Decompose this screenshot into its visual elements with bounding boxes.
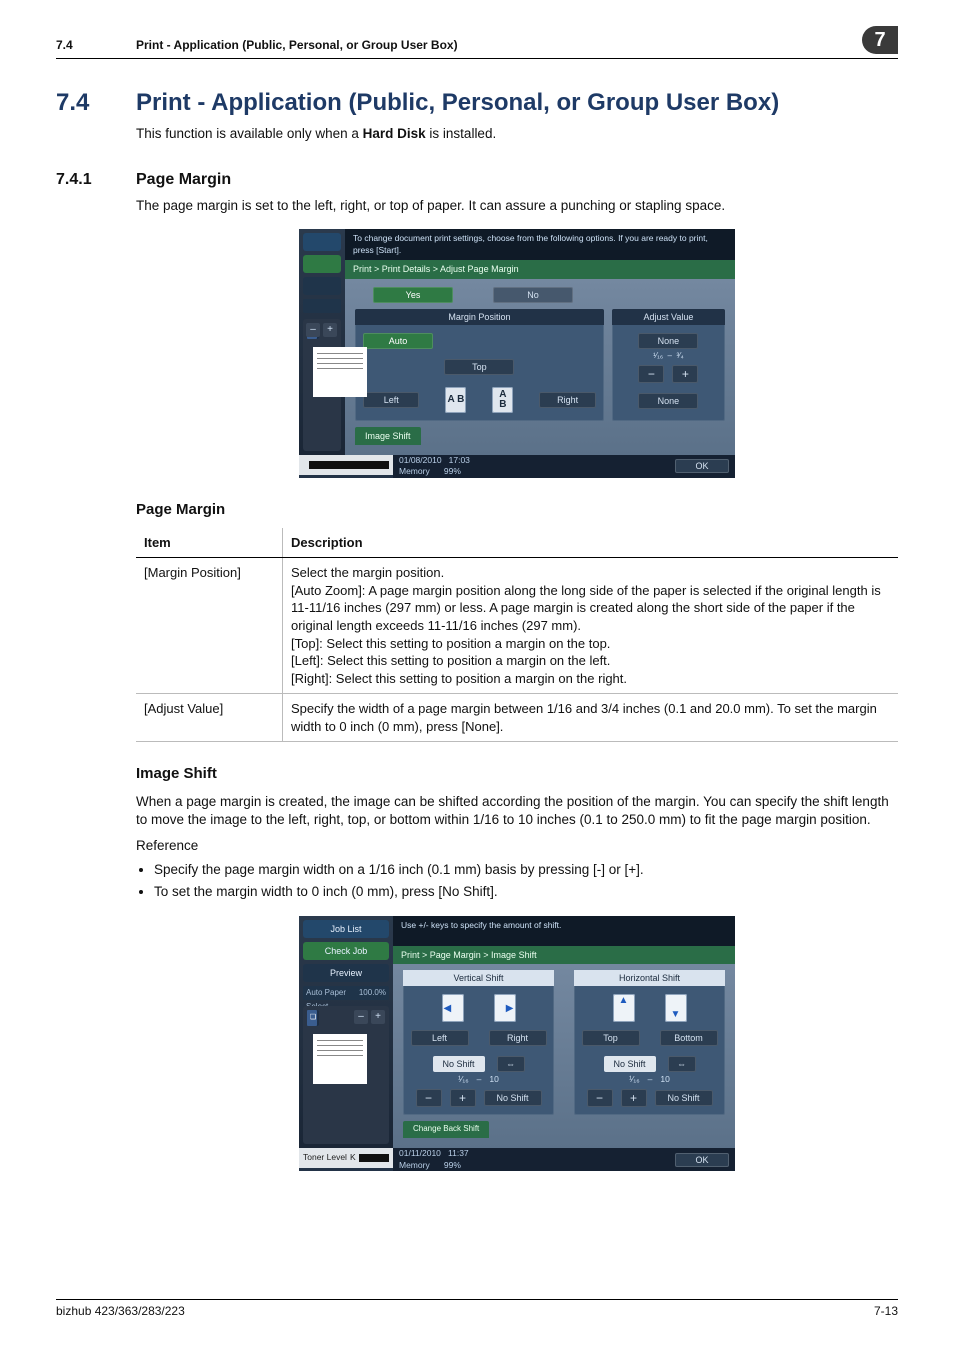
autopaper-label: Auto Paper Select	[306, 986, 359, 1000]
zoom-out-icon[interactable]: –	[306, 323, 320, 337]
v-value: No Shift	[433, 1056, 485, 1072]
adjust-value-header: Adjust Value	[612, 309, 725, 325]
shift-top-icon: ▲	[613, 994, 635, 1022]
v-swap-button[interactable]: ⇔	[497, 1056, 525, 1072]
preview-thumbnail	[313, 347, 367, 397]
h-top-button[interactable]: Top	[582, 1030, 640, 1046]
tab-job-list[interactable]	[303, 233, 341, 251]
h1-num: 7.4	[56, 89, 136, 117]
auto-button[interactable]: Auto	[363, 333, 433, 349]
intro-text: This function is available only when a H…	[136, 125, 898, 143]
h-minus-button[interactable]: −	[587, 1089, 613, 1107]
right-button[interactable]: Right	[539, 392, 595, 408]
zoom-out-icon[interactable]: –	[354, 1010, 368, 1024]
toner-bar	[359, 1154, 389, 1162]
v-plus-button[interactable]: +	[450, 1089, 476, 1107]
screenshot-image-shift: Job List Check Job Preview Auto Paper Se…	[299, 916, 735, 1171]
h-noshift-button[interactable]: No Shift	[655, 1090, 713, 1106]
plus-button[interactable]: +	[672, 365, 698, 383]
v-minus-button[interactable]: −	[416, 1089, 442, 1107]
shift-right-icon: ▶	[494, 994, 516, 1022]
reference-label: Reference	[136, 837, 898, 855]
tab-preview[interactable]	[303, 277, 341, 295]
ref-item-1: Specify the page margin width on a 1/16 …	[154, 861, 898, 879]
v-noshift-button[interactable]: No Shift	[484, 1090, 542, 1106]
shift-bottom-icon: ▼	[665, 994, 687, 1022]
v-left-button[interactable]: Left	[411, 1030, 469, 1046]
h-value: No Shift	[604, 1056, 656, 1072]
tab-check-job[interactable]	[303, 255, 341, 273]
horizontal-shift-header: Horizontal Shift	[574, 970, 725, 986]
h-swap-button[interactable]: ⇔	[668, 1056, 696, 1072]
h1-title: Print - Application (Public, Personal, o…	[136, 89, 779, 117]
ab-horizontal-icon: A B	[445, 387, 466, 413]
zoom-in-icon[interactable]: +	[323, 323, 337, 337]
footer-page: 7-13	[874, 1304, 898, 1318]
runhead-num: 7.4	[56, 38, 136, 52]
table-row: [Margin Position] Select the margin posi…	[136, 558, 898, 694]
p-page-margin: The page margin is set to the left, righ…	[136, 197, 898, 215]
change-back-shift-tab[interactable]: Change Back Shift	[403, 1121, 489, 1138]
zoom-value: 100.0%	[359, 986, 386, 1000]
instruction-text: Use +/- keys to specify the amount of sh…	[393, 916, 735, 946]
v-right-button[interactable]: Right	[489, 1030, 547, 1046]
h3-page-margin: Page Margin	[136, 500, 898, 520]
h2-title: Page Margin	[136, 171, 231, 189]
no-button[interactable]: No	[493, 287, 573, 303]
toner-label: Toner Level	[303, 1152, 347, 1163]
yes-button[interactable]: Yes	[373, 287, 453, 303]
table-row: [Adjust Value] Specify the width of a pa…	[136, 694, 898, 742]
ab-vertical-icon: AB	[492, 387, 513, 413]
left-button[interactable]: Left	[363, 392, 419, 408]
status-datetime: 01/11/2010 11:37 Memory 99%	[399, 1148, 469, 1171]
ok-button[interactable]: OK	[675, 459, 729, 473]
p-image-shift: When a page margin is created, the image…	[136, 793, 898, 829]
ref-item-2: To set the margin width to 0 inch (0 mm)…	[154, 883, 898, 901]
top-button[interactable]: Top	[444, 359, 514, 375]
shift-left-icon: ◀	[442, 994, 464, 1022]
preview-thumbnail	[313, 1034, 367, 1084]
image-shift-tab[interactable]: Image Shift	[355, 427, 421, 445]
breadcrumb: Print > Page Margin > Image Shift	[393, 946, 735, 964]
ok-button[interactable]: OK	[675, 1153, 729, 1167]
tab-job-list[interactable]: Job List	[303, 920, 389, 938]
h-bottom-button[interactable]: Bottom	[660, 1030, 718, 1046]
screenshot-page-margin: ❏ – + To change document print settings,…	[299, 229, 735, 477]
tab-check-job[interactable]: Check Job	[303, 942, 389, 960]
toner-bar	[309, 461, 389, 469]
chapter-badge: 7	[862, 26, 898, 54]
minus-button[interactable]: −	[638, 365, 664, 383]
runhead-title: Print - Application (Public, Personal, o…	[136, 38, 458, 52]
footer-model: bizhub 423/363/283/223	[56, 1304, 185, 1318]
vertical-shift-header: Vertical Shift	[403, 970, 554, 986]
adjust-none-2[interactable]: None	[638, 393, 698, 409]
h-plus-button[interactable]: +	[621, 1089, 647, 1107]
breadcrumb: Print > Print Details > Adjust Page Marg…	[345, 260, 735, 278]
page-margin-table: ItemDescription [Margin Position] Select…	[136, 528, 898, 742]
instruction-text: To change document print settings, choos…	[345, 229, 735, 260]
h3-image-shift: Image Shift	[136, 764, 898, 784]
zoom-in-icon[interactable]: +	[371, 1010, 385, 1024]
h2-num: 7.4.1	[56, 171, 136, 189]
adjust-none-1: None	[638, 333, 698, 349]
margin-position-header: Margin Position	[355, 309, 604, 325]
toner-k: K	[350, 1152, 356, 1163]
status-datetime: 01/08/2010 17:03 Memory 99%	[399, 455, 470, 478]
tab-preview[interactable]: Preview	[303, 964, 389, 982]
page-icon: ❏	[307, 1010, 319, 1026]
